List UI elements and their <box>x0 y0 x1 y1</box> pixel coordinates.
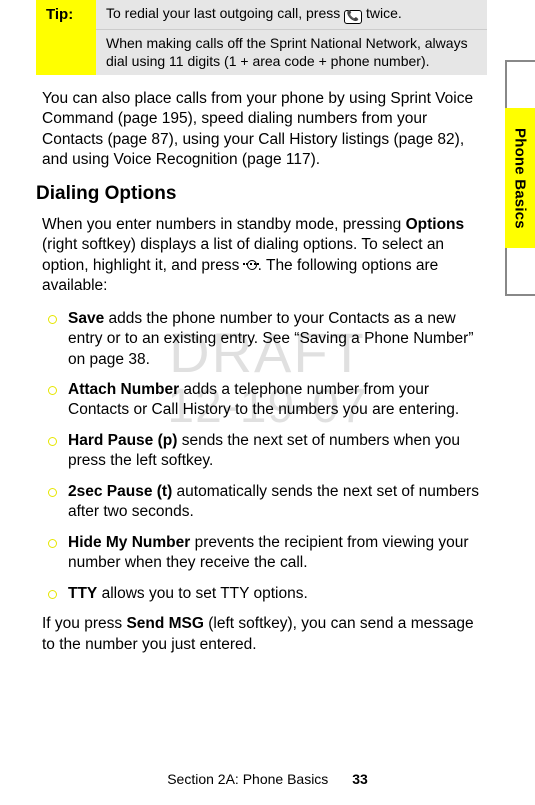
option-text: allows you to set TTY options. <box>97 585 308 602</box>
tip1-pre: To redial your last outgoing call, press <box>106 5 344 21</box>
tab-edge-top <box>505 60 535 108</box>
option-name: TTY <box>68 585 97 602</box>
side-tab: Phone Basics <box>505 108 535 248</box>
tip-label: Tip: <box>36 0 96 75</box>
section-heading: Dialing Options <box>36 183 487 205</box>
list-item: 2sec Pause (t) automatically sends the n… <box>54 482 487 523</box>
footer-section: Section 2A: Phone Basics <box>167 771 328 787</box>
list-item: TTY allows you to set TTY options. <box>54 584 487 604</box>
list-item: Attach Number adds a telephone number fr… <box>54 380 487 421</box>
tip-box: Tip: To redial your last outgoing call, … <box>36 0 487 75</box>
tip-body: To redial your last outgoing call, press… <box>96 0 487 75</box>
side-tab-label: Phone Basics <box>512 128 529 229</box>
tip-row-1: To redial your last outgoing call, press… <box>96 0 487 29</box>
list-item: Hide My Number prevents the recipient fr… <box>54 533 487 574</box>
page-number: 33 <box>352 771 368 787</box>
options-softkey: Options <box>406 216 465 233</box>
tip1-post: twice. <box>362 5 402 21</box>
tab-edge-bottom <box>505 248 535 296</box>
options-intro-pre: When you enter numbers in standby mode, … <box>42 216 406 233</box>
closing-paragraph: If you press Send MSG (left softkey), yo… <box>36 614 487 655</box>
list-item: Save adds the phone number to your Conta… <box>54 309 487 370</box>
nav-key-icon <box>244 259 258 271</box>
options-intro: When you enter numbers in standby mode, … <box>36 215 487 297</box>
option-name: Attach Number <box>68 381 179 398</box>
page-footer: Section 2A: Phone Basics 33 <box>0 771 535 787</box>
option-name: Hard Pause (p) <box>68 432 177 449</box>
option-name: Save <box>68 310 104 327</box>
closing-pre: If you press <box>42 615 126 632</box>
closing-bold: Send MSG <box>126 615 204 632</box>
intro-paragraph: You can also place calls from your phone… <box>36 89 487 171</box>
option-name: 2sec Pause (t) <box>68 483 172 500</box>
option-name: Hide My Number <box>68 534 190 551</box>
page: Phone Basics DRAFT 12-19-07 Tip: To redi… <box>0 0 535 805</box>
options-list: Save adds the phone number to your Conta… <box>36 309 487 604</box>
option-text: adds the phone number to your Contacts a… <box>68 310 474 368</box>
tip-row-2: When making calls off the Sprint Nationa… <box>96 29 487 75</box>
list-item: Hard Pause (p) sends the next set of num… <box>54 431 487 472</box>
talk-key-icon: 📞 <box>344 10 362 24</box>
